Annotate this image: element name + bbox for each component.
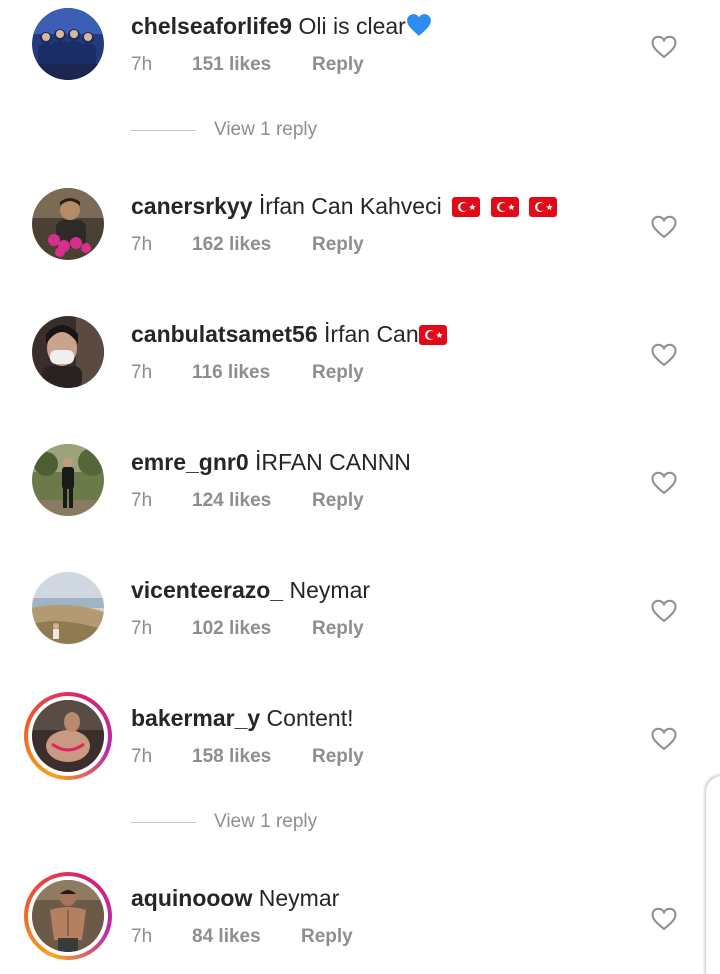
reply-button[interactable]: Reply bbox=[312, 233, 364, 257]
reply-button[interactable]: Reply bbox=[301, 925, 353, 949]
comment-item: chelseaforlife9 Oli is clear 7h 151 like… bbox=[0, 8, 720, 88]
heart-outline-icon[interactable] bbox=[651, 907, 677, 931]
comment-body: İRFAN CANNN bbox=[255, 449, 411, 475]
comment-body: Neymar bbox=[289, 577, 371, 603]
comment-time: 7h bbox=[131, 362, 153, 383]
comment-text: chelseaforlife9 Oli is clear bbox=[131, 12, 432, 40]
comment-item: canbulatsamet56 İrfan Can 7h 116 likes R… bbox=[0, 316, 720, 396]
comment-time: 7h bbox=[131, 618, 153, 639]
turkey-flag-icon bbox=[452, 195, 481, 217]
divider bbox=[131, 822, 196, 823]
comment-time: 7h bbox=[131, 54, 153, 75]
comment-body: Neymar bbox=[258, 885, 340, 911]
comment-likes[interactable]: 151 likes bbox=[192, 53, 271, 77]
avatar[interactable] bbox=[32, 572, 104, 644]
comment-text: emre_gnr0 İRFAN CANNN bbox=[131, 448, 411, 476]
comment-item: aquinooow Neymar 7h 84 likes Reply bbox=[0, 872, 720, 960]
reply-button[interactable]: Reply bbox=[312, 489, 364, 513]
comment-time: 7h bbox=[131, 926, 153, 947]
comment-username[interactable]: bakermar_y bbox=[131, 705, 260, 731]
comment-item: canersrkyy İrfan Can Kahveci 7h 162 like… bbox=[0, 188, 720, 268]
avatar-story-ring[interactable] bbox=[24, 692, 112, 780]
comment-likes[interactable]: 162 likes bbox=[192, 233, 271, 257]
view-replies-button[interactable]: View 1 reply bbox=[214, 810, 317, 834]
turkey-flag-icon bbox=[418, 323, 447, 345]
heart-outline-icon[interactable] bbox=[651, 343, 677, 367]
comment-time: 7h bbox=[131, 234, 153, 255]
comment-body: Content! bbox=[266, 705, 354, 731]
view-replies: View 1 reply bbox=[0, 808, 720, 838]
comment-time: 7h bbox=[131, 746, 153, 767]
heart-outline-icon[interactable] bbox=[651, 35, 677, 59]
avatar-person-standing-outdoors bbox=[32, 444, 104, 516]
comment-item: bakermar_y Content! 7h 158 likes Reply bbox=[0, 692, 720, 780]
heart-outline-icon[interactable] bbox=[651, 215, 677, 239]
comment-username[interactable]: canersrkyy bbox=[131, 193, 253, 219]
comment-text: bakermar_y Content! bbox=[131, 704, 354, 732]
avatar-person-with-flowers bbox=[32, 188, 104, 260]
comment-text: canersrkyy İrfan Can Kahveci bbox=[131, 192, 557, 220]
blue-heart-emoji-icon bbox=[406, 13, 432, 37]
comment-likes[interactable]: 116 likes bbox=[192, 361, 270, 385]
reply-button[interactable]: Reply bbox=[312, 53, 364, 77]
view-replies-button[interactable]: View 1 reply bbox=[214, 118, 317, 142]
turkey-flag-icon bbox=[490, 195, 519, 217]
avatar-story-ring[interactable] bbox=[24, 872, 112, 960]
comment-text: vicenteerazo_ Neymar bbox=[131, 576, 370, 604]
heart-outline-icon[interactable] bbox=[651, 727, 677, 751]
comment-likes[interactable]: 124 likes bbox=[192, 489, 271, 513]
reply-button[interactable]: Reply bbox=[312, 617, 364, 641]
comment-body: Oli is clear bbox=[298, 13, 406, 39]
comment-username[interactable]: vicenteerazo_ bbox=[131, 577, 283, 603]
comments-list: chelseaforlife9 Oli is clear 7h 151 like… bbox=[0, 0, 720, 974]
comment-item: vicenteerazo_ Neymar 7h 102 likes Reply bbox=[0, 572, 720, 652]
edge-overlay-card bbox=[706, 776, 720, 974]
view-replies: View 1 reply bbox=[0, 116, 720, 146]
reply-button[interactable]: Reply bbox=[312, 745, 364, 769]
avatar[interactable] bbox=[32, 444, 104, 516]
comment-body: İrfan Can bbox=[324, 321, 419, 347]
reply-button[interactable]: Reply bbox=[312, 361, 364, 385]
avatar-coastal-landscape bbox=[32, 572, 104, 644]
comment-username[interactable]: aquinooow bbox=[131, 885, 252, 911]
heart-outline-icon[interactable] bbox=[651, 599, 677, 623]
avatar bbox=[32, 700, 104, 772]
comment-username[interactable]: emre_gnr0 bbox=[131, 449, 249, 475]
comment-time: 7h bbox=[131, 490, 153, 511]
comment-text: aquinooow Neymar bbox=[131, 884, 339, 912]
comment-username[interactable]: canbulatsamet56 bbox=[131, 321, 318, 347]
comment-item: emre_gnr0 İRFAN CANNN 7h 124 likes Reply bbox=[0, 444, 720, 524]
divider bbox=[131, 130, 196, 131]
avatar-team-photo bbox=[32, 8, 104, 80]
comment-likes[interactable]: 158 likes bbox=[192, 745, 271, 769]
comment-text: canbulatsamet56 İrfan Can bbox=[131, 320, 447, 348]
comment-likes[interactable]: 102 likes bbox=[192, 617, 271, 641]
avatar-masked-selfie bbox=[32, 316, 104, 388]
avatar[interactable] bbox=[32, 316, 104, 388]
comment-username[interactable]: chelseaforlife9 bbox=[131, 13, 292, 39]
avatar bbox=[32, 880, 104, 952]
comment-likes[interactable]: 84 likes bbox=[192, 925, 261, 949]
avatar[interactable] bbox=[32, 8, 104, 80]
comment-body: İrfan Can Kahveci bbox=[258, 193, 442, 219]
avatar[interactable] bbox=[32, 188, 104, 260]
turkey-flag-icon bbox=[528, 195, 557, 217]
heart-outline-icon[interactable] bbox=[651, 471, 677, 495]
